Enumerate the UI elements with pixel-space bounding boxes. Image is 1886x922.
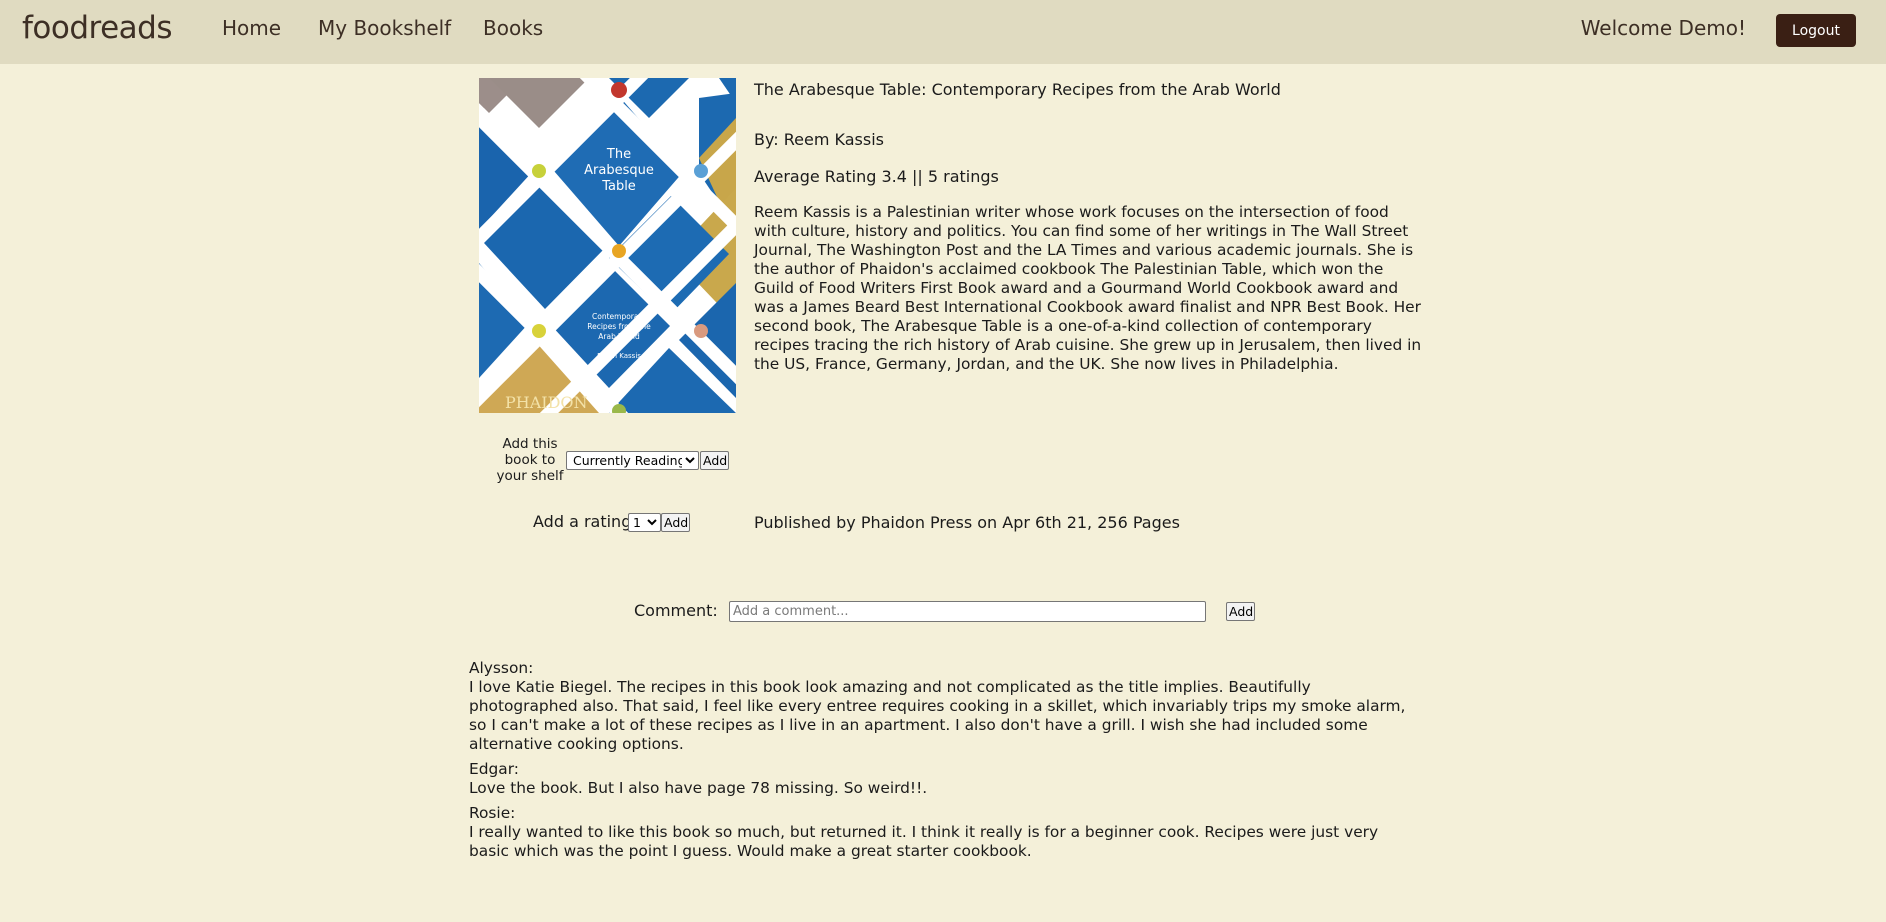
book-author: By: Reem Kassis <box>754 130 884 149</box>
nav-link-my-bookshelf[interactable]: My Bookshelf <box>318 16 451 40</box>
cover-author: Reem Kassis <box>597 352 641 360</box>
cover-subtitle-line: Contemporary <box>592 312 647 321</box>
cover-title-line: The <box>606 147 631 162</box>
add-to-shelf-label: Add this book to your shelf <box>496 436 564 484</box>
nav-link-home[interactable]: Home <box>222 16 281 40</box>
nav-link-books[interactable]: Books <box>483 16 543 40</box>
cover-title-line: Table <box>601 179 636 194</box>
add-rating-label: Add a rating <box>533 512 632 531</box>
add-rating-button[interactable]: Add <box>661 513 690 532</box>
book-description: Reem Kassis is a Palestinian writer whos… <box>754 203 1422 373</box>
comment-author: Alysson: <box>469 659 534 677</box>
comment-text: I love Katie Biegel. The recipes in this… <box>469 678 1406 753</box>
comment-item: Edgar: Love the book. But I also have pa… <box>469 760 1419 798</box>
comment-label: Comment: <box>634 601 718 620</box>
shelf-select[interactable]: Currently Reading <box>566 451 699 470</box>
book-title: The Arabesque Table: Contemporary Recipe… <box>754 80 1281 99</box>
add-comment-button[interactable]: Add <box>1226 602 1255 621</box>
comment-item: Rosie: I really wanted to like this book… <box>469 804 1419 861</box>
logout-button[interactable]: Logout <box>1776 14 1856 47</box>
navbar: foodreads Home My Bookshelf Books Welcom… <box>0 0 1886 64</box>
cover-subtitle-line: Recipes from the <box>587 322 651 331</box>
comments-list: Alysson: I love Katie Biegel. The recipe… <box>469 659 1419 867</box>
comment-author: Edgar: <box>469 760 519 778</box>
publication-info: Published by Phaidon Press on Apr 6th 21… <box>754 513 1180 532</box>
comment-input[interactable] <box>729 601 1206 622</box>
comment-text: I really wanted to like this book so muc… <box>469 823 1379 860</box>
add-to-shelf-button[interactable]: Add <box>700 451 729 470</box>
cover-title-line: Arabesque <box>584 163 654 178</box>
comment-text: Love the book. But I also have page 78 m… <box>469 779 928 797</box>
comment-author: Rosie: <box>469 804 516 822</box>
cover-subtitle-line: Arab World <box>598 332 640 341</box>
cover-publisher: PHAIDON <box>505 393 588 412</box>
book-cover-image: The Arabesque Table Contemporary Recipes… <box>479 78 736 413</box>
average-rating: Average Rating 3.4 || 5 ratings <box>754 167 999 186</box>
brand-logo[interactable]: foodreads <box>22 10 173 46</box>
comment-item: Alysson: I love Katie Biegel. The recipe… <box>469 659 1419 754</box>
welcome-message: Welcome Demo! <box>1580 16 1746 40</box>
rating-select[interactable]: 1 <box>628 513 661 532</box>
